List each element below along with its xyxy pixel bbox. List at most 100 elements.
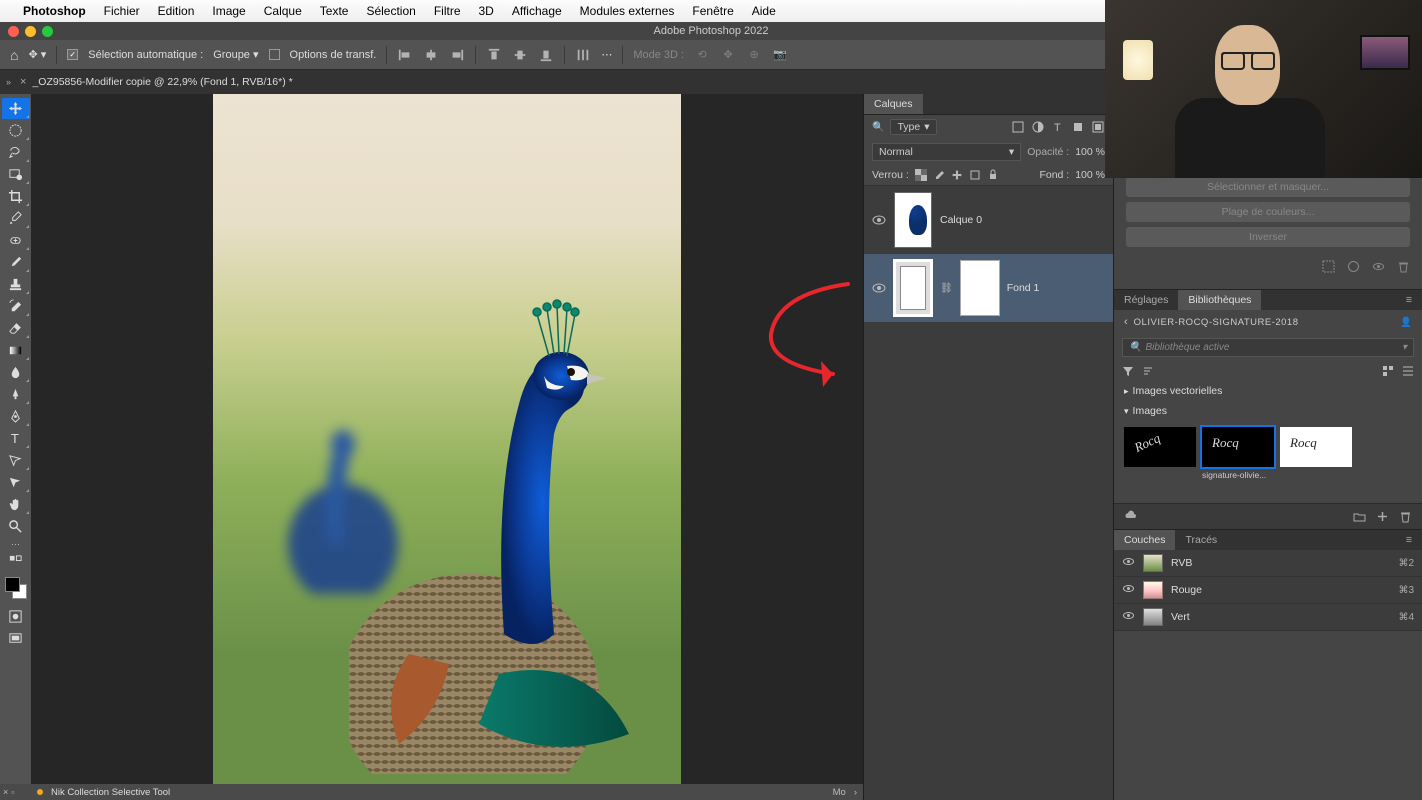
filter-icon[interactable]: [1122, 365, 1134, 377]
library-item[interactable]: Rocqsignature-olivie...: [1202, 427, 1274, 467]
invert-button[interactable]: Inverser: [1126, 227, 1410, 247]
library-item[interactable]: Rocq: [1124, 427, 1196, 467]
cloud-sync-icon[interactable]: [1124, 510, 1137, 523]
close-window[interactable]: [8, 26, 19, 37]
path-tool[interactable]: [2, 450, 30, 471]
disable-mask-icon[interactable]: [1372, 260, 1385, 273]
marquee-tool[interactable]: [2, 120, 30, 141]
library-breadcrumb[interactable]: ‹ OLIVIER-ROCQ-SIGNATURE-2018 👤: [1114, 310, 1422, 334]
edit-toolbar[interactable]: [2, 551, 30, 572]
menu-selection[interactable]: Sélection: [357, 4, 424, 18]
minimize-window[interactable]: [25, 26, 36, 37]
menu-image[interactable]: Image: [203, 4, 254, 18]
layer-row[interactable]: Calque 0: [864, 186, 1113, 254]
align-right-icon[interactable]: [449, 47, 465, 63]
move-tool-icon[interactable]: ✥ ▾: [28, 48, 46, 61]
hide-icon[interactable]: ▫: [11, 787, 14, 797]
libraries-tab[interactable]: Bibliothèques: [1178, 290, 1261, 310]
hand-tool[interactable]: [2, 494, 30, 515]
fill-value[interactable]: 100 %: [1075, 169, 1105, 181]
crop-tool[interactable]: [2, 186, 30, 207]
app-menu[interactable]: Photoshop: [14, 4, 95, 18]
align-vcenter-icon[interactable]: [512, 47, 528, 63]
status-next-icon[interactable]: ›: [854, 787, 857, 798]
new-group-icon[interactable]: [1353, 510, 1366, 523]
layer-row[interactable]: ⛓ Fond 1: [864, 254, 1113, 322]
grid-view-icon[interactable]: [1382, 365, 1394, 377]
more-align-icon[interactable]: ⋯: [601, 48, 612, 61]
transform-checkbox[interactable]: [269, 49, 280, 60]
mask-link-icon[interactable]: ⛓: [940, 283, 953, 294]
blend-mode-dropdown[interactable]: Normal▾: [872, 143, 1021, 161]
menu-aide[interactable]: Aide: [743, 4, 785, 18]
move-tool[interactable]: [2, 98, 30, 119]
menu-modules[interactable]: Modules externes: [571, 4, 684, 18]
screenmode-tool[interactable]: [2, 628, 30, 649]
back-icon[interactable]: ‹: [1124, 316, 1128, 328]
quickmask-tool[interactable]: [2, 606, 30, 627]
3d-camera-icon[interactable]: 📷: [772, 47, 788, 63]
type-tool[interactable]: T: [2, 428, 30, 449]
channel-row[interactable]: Rouge ⌘3: [1114, 577, 1422, 604]
eyedropper-tool[interactable]: [2, 208, 30, 229]
menu-3d[interactable]: 3D: [470, 4, 503, 18]
menu-calque[interactable]: Calque: [255, 4, 311, 18]
list-view-icon[interactable]: [1402, 365, 1414, 377]
eraser-tool[interactable]: [2, 318, 30, 339]
healing-tool[interactable]: [2, 230, 30, 251]
3d-orbit-icon[interactable]: ⟲: [694, 47, 710, 63]
toolbar-more[interactable]: ⋯: [2, 538, 30, 550]
3d-zoom-icon[interactable]: ⊕: [746, 47, 762, 63]
lasso-tool[interactable]: [2, 142, 30, 163]
maximize-window[interactable]: [42, 26, 53, 37]
auto-select-dropdown[interactable]: Groupe ▾: [213, 48, 258, 61]
lock-artboard-icon[interactable]: [969, 169, 981, 181]
filter-smart-icon[interactable]: [1091, 120, 1105, 134]
visibility-toggle[interactable]: [872, 281, 886, 295]
vector-images-section[interactable]: ▸Images vectorielles: [1114, 381, 1422, 401]
search-icon[interactable]: 🔍: [872, 122, 884, 133]
document-canvas[interactable]: [31, 94, 863, 800]
menu-affichage[interactable]: Affichage: [503, 4, 571, 18]
delete-mask-icon[interactable]: [1397, 260, 1410, 273]
add-content-icon[interactable]: [1376, 510, 1389, 523]
library-item[interactable]: Rocq: [1280, 427, 1352, 467]
selection-tool[interactable]: [2, 164, 30, 185]
zoom-tool[interactable]: [2, 516, 30, 537]
layer-name[interactable]: Fond 1: [1007, 282, 1040, 294]
lock-transparency-icon[interactable]: [915, 169, 927, 181]
panel-menu-icon[interactable]: ≡: [1396, 530, 1422, 550]
delete-icon[interactable]: [1399, 510, 1412, 523]
paths-tab[interactable]: Tracés: [1175, 530, 1227, 550]
filter-pixel-icon[interactable]: [1011, 120, 1025, 134]
menu-edition[interactable]: Edition: [149, 4, 204, 18]
library-search[interactable]: 🔍 Bibliothèque active ▾: [1122, 338, 1414, 357]
menu-fichier[interactable]: Fichier: [95, 4, 149, 18]
menu-texte[interactable]: Texte: [311, 4, 358, 18]
distribute-icon[interactable]: [575, 47, 591, 63]
panel-menu-icon[interactable]: ≡: [1396, 290, 1422, 310]
filter-adjust-icon[interactable]: [1031, 120, 1045, 134]
visibility-toggle[interactable]: [872, 213, 886, 227]
layers-tab[interactable]: Calques: [864, 94, 923, 114]
blur-tool[interactable]: [2, 362, 30, 383]
layer-mask-thumbnail[interactable]: [961, 261, 999, 315]
visibility-toggle[interactable]: [1122, 555, 1135, 571]
close-icon[interactable]: ×: [3, 787, 8, 797]
pen-tool[interactable]: [2, 406, 30, 427]
filter-shape-icon[interactable]: [1071, 120, 1085, 134]
visibility-toggle[interactable]: [1122, 609, 1135, 625]
zoom-field[interactable]: Mo: [833, 787, 846, 798]
layer-name[interactable]: Calque 0: [940, 214, 982, 226]
images-section[interactable]: ▾Images: [1114, 401, 1422, 421]
opacity-value[interactable]: 100 %: [1075, 146, 1105, 158]
channel-row[interactable]: RVB ⌘2: [1114, 550, 1422, 577]
brush-tool[interactable]: [2, 252, 30, 273]
menu-filtre[interactable]: Filtre: [425, 4, 470, 18]
apply-mask-icon[interactable]: [1347, 260, 1360, 273]
document-tab[interactable]: × _OZ95856-Modifier copie @ 22,9% (Fond …: [10, 70, 303, 94]
align-left-icon[interactable]: [397, 47, 413, 63]
adjustments-tab[interactable]: Réglages: [1114, 290, 1178, 310]
history-brush-tool[interactable]: [2, 296, 30, 317]
select-and-mask-button[interactable]: Sélectionner et masquer...: [1126, 177, 1410, 197]
